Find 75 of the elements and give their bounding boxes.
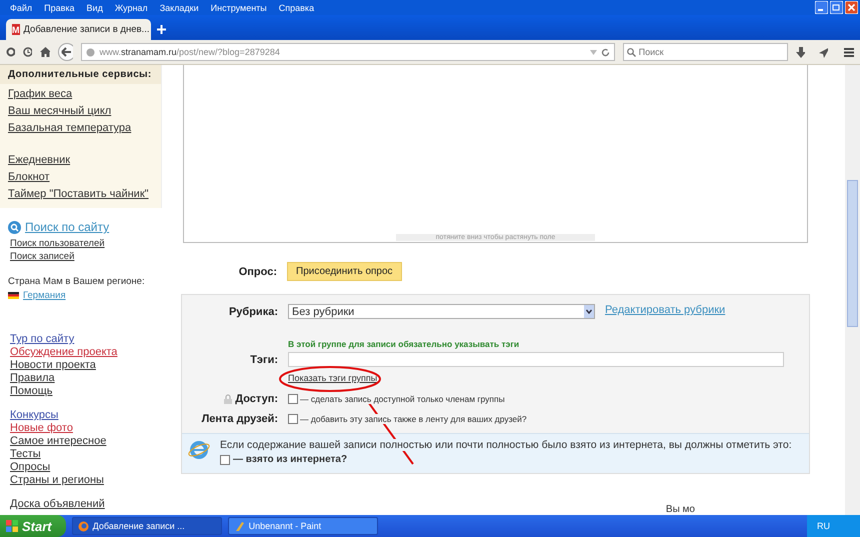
nav-link[interactable]: Правила [10, 372, 55, 384]
menu-item[interactable]: Инструменты [204, 2, 273, 12]
checkbox[interactable] [220, 454, 230, 464]
footer-text: Вы мо [666, 504, 695, 515]
maximize-icon[interactable] [830, 1, 843, 14]
checkbox[interactable] [288, 394, 298, 404]
option-label: Доступ: [235, 393, 278, 405]
close-icon[interactable] [845, 1, 858, 14]
search-field[interactable]: Поиск [622, 43, 788, 61]
back-icon[interactable] [58, 43, 74, 61]
services-title: Дополнительные сервисы: [0, 65, 161, 84]
taskbar-button[interactable]: Добавление записи ... [72, 517, 222, 535]
menu-item[interactable]: Правка [38, 2, 81, 12]
search-link[interactable]: Поиск записей [10, 251, 74, 262]
show-group-tags-link[interactable]: Показать тэги группы [288, 373, 378, 383]
menu-item[interactable]: Вид [80, 2, 109, 12]
menu-item[interactable]: Закладки [154, 2, 205, 12]
minimize-icon[interactable] [815, 1, 828, 14]
tags-required-notice: В этой группе для записи обязательно указывать тэги [288, 339, 520, 349]
category-label: Рубрика: [228, 306, 278, 318]
download-icon[interactable] [796, 46, 805, 58]
nav-link[interactable]: Конкурсы [10, 409, 58, 421]
scrollbar[interactable] [845, 65, 860, 515]
checkbox[interactable] [288, 414, 298, 424]
nav-link[interactable]: Обсуждение проекта [10, 346, 118, 358]
tags-label: Тэги: [249, 354, 278, 366]
search-icon [626, 48, 636, 56]
site-search-link[interactable]: Поиск по сайту [25, 220, 110, 234]
nav-link[interactable]: Тур по сайту [10, 333, 74, 345]
poll-label: Опрос: [238, 266, 277, 278]
site-logo-icon: M [12, 24, 20, 35]
flag-icon [8, 292, 19, 299]
taskbar-button[interactable]: Unbenannt - Paint [228, 517, 378, 535]
nav-link[interactable]: Новые фото [10, 422, 73, 434]
menu-item[interactable]: Справка [272, 2, 320, 12]
service-link[interactable]: Базальная температура [8, 122, 132, 134]
search-icon [8, 220, 21, 234]
nav-link[interactable]: Самое интересное [10, 435, 106, 447]
nav-link[interactable]: Новости проекта [10, 359, 96, 371]
browser-e-icon [188, 439, 210, 461]
service-link[interactable]: Ежедневник [8, 154, 70, 166]
plus-icon[interactable] [157, 25, 166, 34]
address-bar[interactable]: www.stranamam.ru/post/new/?blog=2879284 [81, 43, 615, 61]
browser-icon [78, 520, 89, 532]
service-link[interactable]: Таймер "Поставить чайник" [8, 188, 149, 200]
service-link[interactable]: График веса [8, 88, 72, 100]
start-button[interactable]: Start [0, 515, 66, 537]
home-icon[interactable] [40, 47, 50, 57]
windows-logo-icon [6, 520, 18, 532]
checkbox-label: — взято из интернета? [233, 454, 348, 465]
paper-plane-icon[interactable] [818, 46, 828, 58]
tags-field[interactable] [288, 352, 784, 367]
category-dropdown[interactable]: Без рубрики [288, 304, 595, 319]
nav-link[interactable]: Тесты [10, 448, 41, 460]
option-label: Лента друзей: [202, 413, 278, 425]
reload-icon[interactable] [600, 48, 610, 56]
service-link[interactable]: Блокнот [8, 171, 50, 183]
nav-link[interactable]: Доска объявлений [10, 498, 105, 510]
option-text: — добавить эту запись также в ленту для ваших друзей? [300, 414, 527, 424]
region-link[interactable]: Германия [23, 290, 66, 301]
nav-link[interactable]: Помощь [10, 385, 52, 397]
region-label: Страна Мам в Вашем регионе: [8, 276, 146, 287]
notice-text: Если содержание вашей записи полностью или почти полностью было взято из интернета, вы должны отметить это: [220, 439, 792, 451]
menu-icon[interactable] [844, 48, 854, 56]
menu-item[interactable]: Файл [4, 2, 38, 12]
paint-brush-icon [234, 520, 245, 532]
nav-link[interactable]: Страны и регионы [10, 474, 104, 486]
clock-icon[interactable] [22, 47, 32, 57]
search-link[interactable]: Поиск пользователей [10, 238, 105, 249]
menu-item[interactable]: Журнал [108, 2, 154, 12]
nav-link[interactable]: Опросы [10, 461, 50, 473]
attach-poll-button[interactable]: Присоединить опрос [287, 262, 402, 281]
browser-tab[interactable]: M Добавление записи в днев... [6, 19, 151, 40]
service-link[interactable]: Ваш месячный цикл [8, 105, 112, 117]
option-text: — сделать запись доступной только членам группы [300, 394, 505, 404]
